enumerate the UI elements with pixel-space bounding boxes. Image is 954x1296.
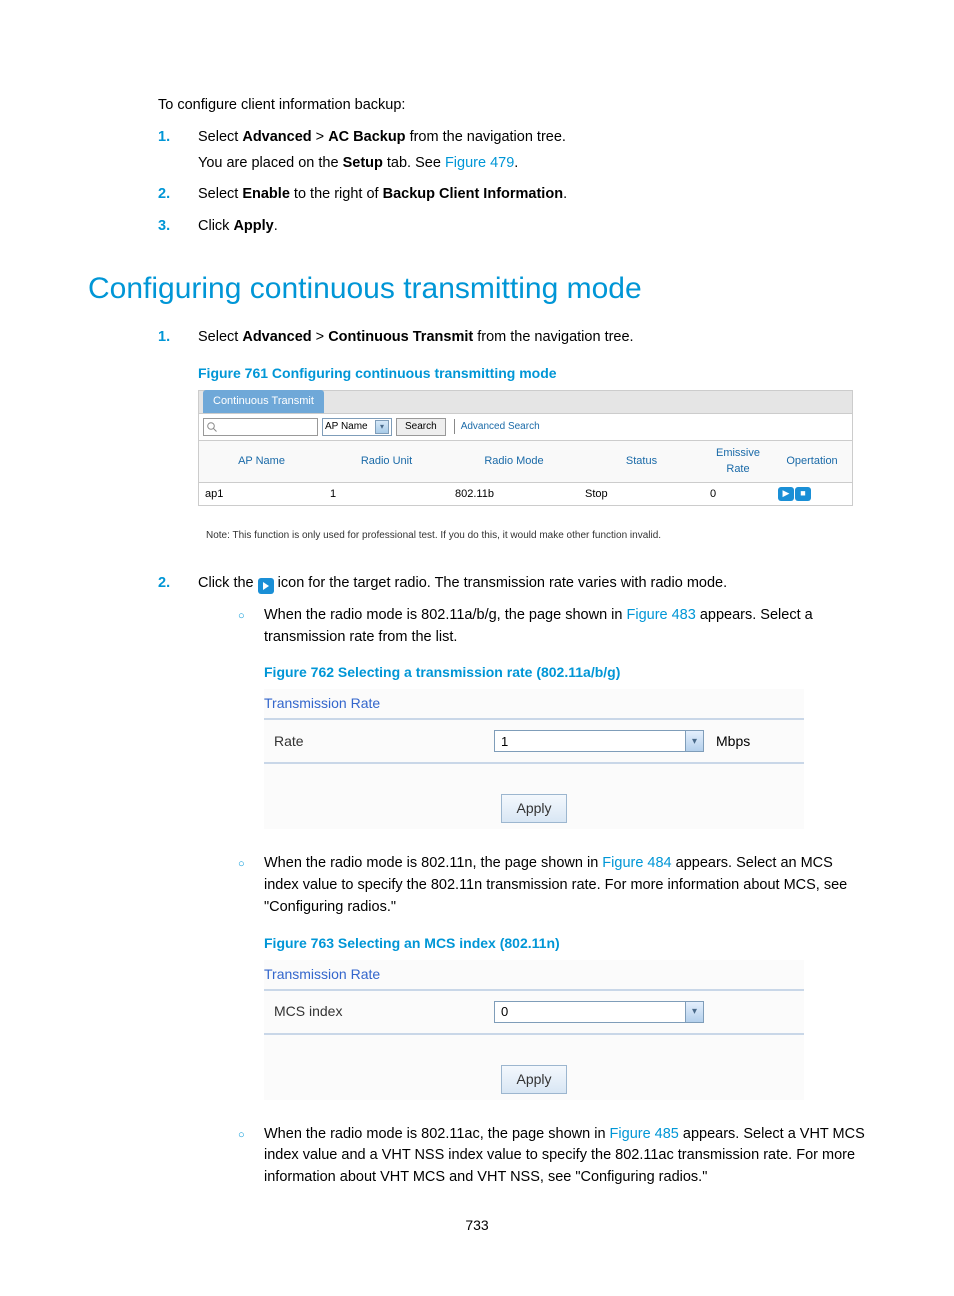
page-number: 733	[0, 1215, 954, 1236]
figure-762: Transmission Rate Rate 1 ▾ Mbps Apply	[264, 689, 804, 829]
col-ap-name: AP Name	[199, 440, 324, 482]
radio-table: AP Name Radio Unit Radio Mode Status Emi…	[199, 440, 852, 506]
ct-step-2: 2. Click the icon for the target radio. …	[158, 573, 866, 1189]
bullet-80211ac: ○ When the radio mode is 802.11ac, the p…	[238, 1124, 866, 1189]
step-text: Select Advanced > AC Backup from the nav…	[198, 127, 866, 149]
col-radio-unit: Radio Unit	[324, 440, 449, 482]
step-number: 1.	[158, 127, 198, 175]
backup-step-3: 3. Click Apply.	[158, 216, 866, 238]
search-field-select[interactable]: AP Name ▾	[322, 418, 392, 436]
cell-emissive-rate: 0	[704, 482, 772, 505]
step-text: Click the icon for the target radio. The…	[198, 573, 866, 595]
section-heading: Configuring continuous transmitting mode	[88, 266, 866, 311]
cell-radio-mode: 802.11b	[449, 482, 579, 505]
search-button[interactable]: Search	[396, 418, 446, 436]
rate-label: Rate	[274, 731, 494, 752]
search-input[interactable]	[203, 418, 318, 436]
figure-484-link[interactable]: Figure 484	[602, 855, 671, 871]
chevron-down-icon: ▾	[685, 1002, 703, 1022]
col-radio-mode: Radio Mode	[449, 440, 579, 482]
table-header-row: AP Name Radio Unit Radio Mode Status Emi…	[199, 440, 852, 482]
play-icon[interactable]: ▶	[778, 487, 794, 501]
figure-485-link[interactable]: Figure 485	[610, 1126, 679, 1142]
figure-763: Transmission Rate MCS index 0 ▾ Apply	[264, 960, 804, 1100]
table-row: ap1 1 802.11b Stop 0 ▶ ■	[199, 482, 852, 505]
cell-status: Stop	[579, 482, 704, 505]
backup-step-2: 2. Select Enable to the right of Backup …	[158, 184, 866, 206]
rate-select[interactable]: 1 ▾	[494, 730, 704, 752]
figure-483-link[interactable]: Figure 483	[626, 607, 695, 623]
bullet-80211abg: ○ When the radio mode is 802.11a/b/g, th…	[238, 605, 866, 830]
col-status: Status	[579, 440, 704, 482]
step-number: 1.	[158, 327, 198, 543]
panel-title: Transmission Rate	[264, 689, 804, 718]
figure-479-link[interactable]: Figure 479	[445, 155, 514, 171]
chevron-down-icon: ▾	[375, 420, 389, 434]
stop-icon[interactable]: ■	[795, 487, 811, 501]
ct-step-1: 1. Select Advanced > Continuous Transmit…	[158, 327, 866, 543]
mcs-select[interactable]: 0 ▾	[494, 1001, 704, 1023]
bullet-text: When the radio mode is 802.11ac, the pag…	[264, 1124, 866, 1189]
search-icon	[206, 421, 218, 433]
apply-button[interactable]: Apply	[501, 794, 566, 823]
mcs-label: MCS index	[274, 1001, 494, 1022]
step-text: Click Apply.	[198, 216, 866, 238]
step-text: Select Enable to the right of Backup Cli…	[198, 184, 866, 206]
figure-761: Continuous Transmit AP Name ▾ Search Adv…	[198, 390, 853, 507]
figure-761-caption: Figure 761 Configuring continuous transm…	[198, 363, 866, 384]
step-subtext: You are placed on the Setup tab. See Fig…	[198, 153, 866, 175]
intro-text: To configure client information backup:	[158, 95, 866, 117]
bullet-text: When the radio mode is 802.11a/b/g, the …	[264, 605, 866, 649]
bullet-marker: ○	[238, 1124, 264, 1189]
bullet-text: When the radio mode is 802.11n, the page…	[264, 853, 866, 918]
step-number: 2.	[158, 573, 198, 1189]
chevron-down-icon: ▾	[685, 731, 703, 751]
play-icon	[258, 578, 274, 594]
tab-continuous-transmit[interactable]: Continuous Transmit	[203, 390, 324, 413]
apply-button[interactable]: Apply	[501, 1065, 566, 1094]
col-emissive-rate: Emissive Rate	[704, 440, 772, 482]
cell-radio-unit: 1	[324, 482, 449, 505]
advanced-search-link[interactable]: Advanced Search	[454, 419, 540, 434]
panel-title: Transmission Rate	[264, 960, 804, 989]
rate-unit: Mbps	[716, 731, 750, 752]
cell-ap-name: ap1	[199, 482, 324, 505]
bullet-marker: ○	[238, 605, 264, 830]
step-number: 3.	[158, 216, 198, 238]
mcs-row: MCS index 0 ▾	[264, 989, 804, 1035]
figure-762-caption: Figure 762 Selecting a transmission rate…	[264, 662, 866, 683]
figure-761-note: Note: This function is only used for pro…	[206, 528, 866, 543]
step-text: Select Advanced > Continuous Transmit fr…	[198, 327, 866, 349]
col-operation: Opertation	[772, 440, 852, 482]
cell-operation: ▶ ■	[772, 482, 852, 505]
search-bar: AP Name ▾ Search Advanced Search	[199, 413, 852, 440]
figure-763-caption: Figure 763 Selecting an MCS index (802.1…	[264, 933, 866, 954]
tab-strip: Continuous Transmit	[199, 391, 852, 413]
rate-row: Rate 1 ▾ Mbps	[264, 718, 804, 764]
bullet-marker: ○	[238, 853, 264, 1099]
step-number: 2.	[158, 184, 198, 206]
backup-step-1: 1. Select Advanced > AC Backup from the …	[158, 127, 866, 175]
bullet-80211n: ○ When the radio mode is 802.11n, the pa…	[238, 853, 866, 1099]
